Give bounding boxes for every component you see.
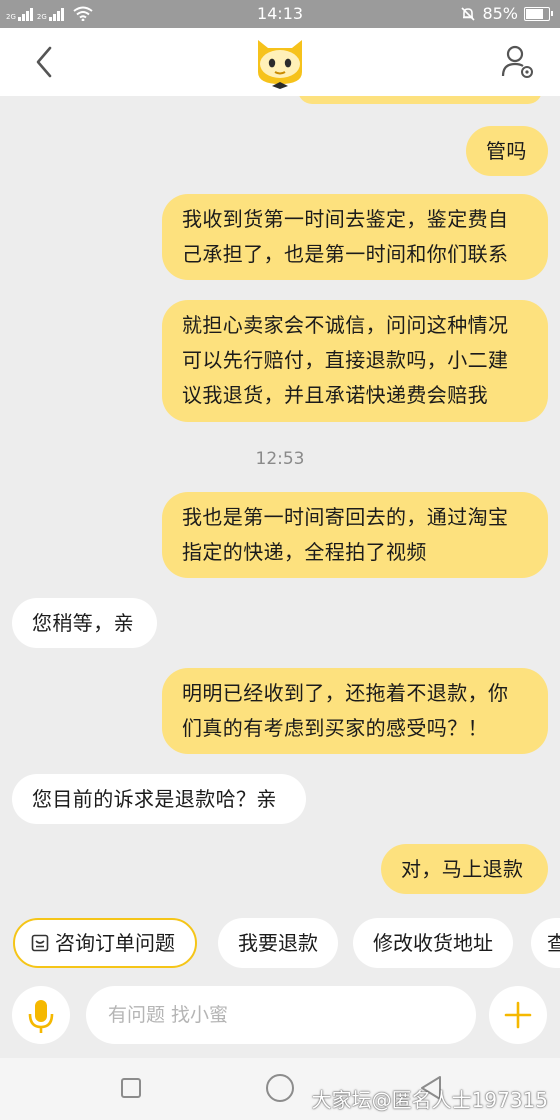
outgoing-message[interactable]: 就担心卖家会不诚信，问问这种情况 可以先行赔付，直接退款吗，小二建 议我退货，并…: [162, 300, 548, 422]
outgoing-message[interactable]: 明明已经收到了，还拖着不退款，你 们真的有考虑到买家的感受吗？！: [162, 668, 548, 754]
microphone-icon: [28, 1000, 54, 1033]
message-text: 们真的有考虑到买家的感受吗？！: [182, 716, 488, 740]
chip-label: 修改收货地址: [373, 931, 493, 955]
voice-button[interactable]: [12, 986, 70, 1044]
chevron-left-icon: [36, 46, 52, 78]
message-list[interactable]: 管吗 我收到货第一时间去鉴定，鉴定费自 己承担了，也是第一时间和你们联系 就担心…: [0, 96, 560, 908]
outgoing-message[interactable]: 管吗: [466, 126, 548, 176]
mute-bell-icon: [461, 6, 476, 21]
message-text: 管吗: [486, 139, 527, 163]
message-text: 明明已经收到了，还拖着不退款，你: [182, 681, 509, 705]
chip-label: 我要退款: [238, 931, 318, 955]
add-button[interactable]: [489, 986, 547, 1044]
message-text: 就担心卖家会不诚信，问问这种情况: [182, 313, 509, 337]
chip-label: 查: [547, 931, 560, 955]
message-text: 您稍等，亲: [32, 611, 134, 635]
outgoing-message[interactable]: 我也是第一时间寄回去的，通过淘宝 指定的快递，全程拍了视频: [162, 492, 548, 578]
message-text: 对，马上退款: [401, 857, 524, 881]
watermark-text: 大家坛@匿名人士197315: [311, 1088, 548, 1112]
status-bar: 2G 2G 14:13 85%: [0, 0, 560, 28]
quick-reply-bar[interactable]: 咨询订单问题 我要退款 修改收货地址 查: [0, 914, 560, 972]
quick-reply-truncated[interactable]: 查: [531, 918, 560, 968]
back-button[interactable]: [28, 42, 64, 82]
message-text: 您目前的诉求是退款哈？亲: [32, 787, 277, 811]
message-text: 我收到货第一时间去鉴定，鉴定费自: [182, 207, 509, 231]
previous-message-bubble: [298, 96, 542, 104]
user-settings-icon: [501, 45, 533, 78]
user-settings-button[interactable]: [498, 42, 538, 82]
message-text: 可以先行赔付，直接退款吗，小二建: [182, 348, 509, 372]
message-text: 议我退货，并且承诺快递费会赔我: [182, 383, 488, 407]
owl-mascot-icon: [252, 32, 308, 90]
quick-reply-refund[interactable]: 我要退款: [218, 918, 338, 968]
outgoing-message[interactable]: 我收到货第一时间去鉴定，鉴定费自 己承担了，也是第一时间和你们联系: [162, 194, 548, 280]
quick-reply-change-address[interactable]: 修改收货地址: [353, 918, 513, 968]
message-input[interactable]: [86, 986, 476, 1044]
battery-percent: 85%: [482, 4, 518, 23]
incoming-message[interactable]: 您目前的诉求是退款哈？亲: [12, 774, 306, 824]
quick-reply-order-question[interactable]: 咨询订单问题: [13, 918, 197, 968]
incoming-message[interactable]: 您稍等，亲: [12, 598, 157, 648]
message-text: 指定的快递，全程拍了视频: [182, 540, 427, 564]
home-button[interactable]: [266, 1074, 294, 1102]
order-icon: [31, 934, 49, 952]
battery-icon: [524, 6, 553, 21]
message-timestamp: 12:53: [255, 449, 305, 469]
message-text: 己承担了，也是第一时间和你们联系: [182, 242, 509, 266]
composer: [0, 982, 560, 1052]
chip-label: 咨询订单问题: [55, 931, 175, 955]
message-text: 我也是第一时间寄回去的，通过淘宝: [182, 505, 509, 529]
recent-apps-button[interactable]: [121, 1078, 141, 1098]
outgoing-message[interactable]: 对，马上退款: [381, 844, 548, 894]
plus-icon: [504, 1001, 532, 1029]
chat-header: [0, 28, 560, 96]
